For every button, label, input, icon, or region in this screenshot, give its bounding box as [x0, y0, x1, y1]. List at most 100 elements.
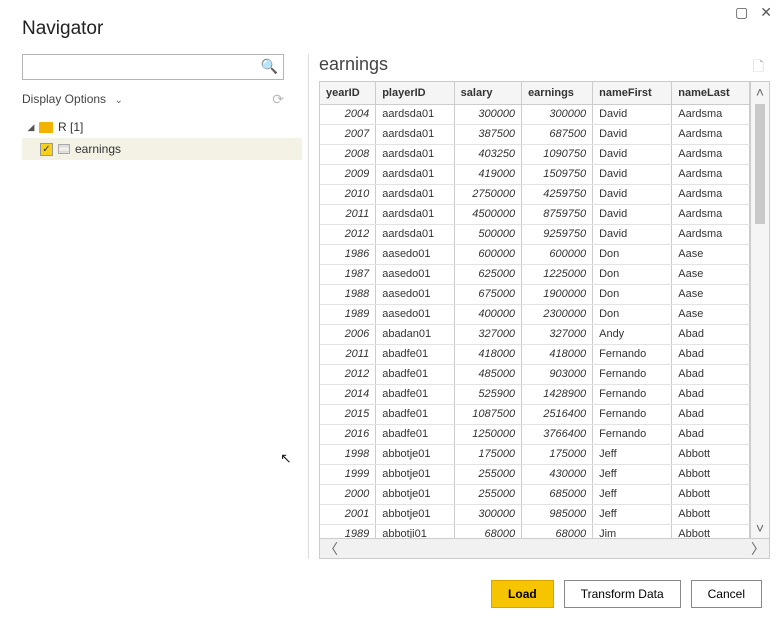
table-cell: 68000 [522, 524, 593, 538]
table-cell: Abad [672, 404, 750, 424]
column-header[interactable]: yearID [320, 82, 376, 104]
column-header[interactable]: nameLast [672, 82, 750, 104]
table-cell: 1989 [320, 304, 376, 324]
table-cell: 2012 [320, 364, 376, 384]
table-row[interactable]: 2011abadfe01418000418000FernandoAbad [320, 344, 750, 364]
table-cell: abbotje01 [376, 444, 454, 464]
table-cell: abadfe01 [376, 364, 454, 384]
table-row[interactable]: 1988aasedo016750001900000DonAase [320, 284, 750, 304]
table-cell: 685000 [522, 484, 593, 504]
table-cell: 500000 [454, 224, 521, 244]
table-row[interactable]: 2009aardsda014190001509750DavidAardsma [320, 164, 750, 184]
refresh-icon[interactable]: ⟳ [272, 91, 284, 108]
vertical-scrollbar[interactable]: ˄ ˅ [751, 82, 769, 538]
table-cell: 300000 [454, 104, 521, 124]
table-cell: Aardsma [672, 184, 750, 204]
table-row[interactable]: 2004aardsda01300000300000DavidAardsma [320, 104, 750, 124]
table-cell: Aase [672, 284, 750, 304]
table-row[interactable]: 1999abbotje01255000430000JeffAbbott [320, 464, 750, 484]
scroll-up-icon[interactable]: ˄ [756, 84, 764, 100]
transform-data-button[interactable]: Transform Data [564, 580, 681, 608]
table-row[interactable]: 1989abbotji016800068000JimAbbott [320, 524, 750, 538]
table-row[interactable]: 2010aardsda0127500004259750DavidAardsma [320, 184, 750, 204]
table-cell: Aase [672, 244, 750, 264]
table-cell: 2014 [320, 384, 376, 404]
tree-root-label: R [1] [58, 120, 83, 134]
table-cell: 255000 [454, 484, 521, 504]
tree-root-item[interactable]: ◢ R [1] [22, 116, 302, 138]
table-cell: 175000 [454, 444, 521, 464]
table-cell: 2516400 [522, 404, 593, 424]
table-cell: Abbott [672, 524, 750, 538]
table-cell: 1987 [320, 264, 376, 284]
column-header[interactable]: nameFirst [593, 82, 672, 104]
table-cell: aasedo01 [376, 304, 454, 324]
table-cell: aasedo01 [376, 264, 454, 284]
table-cell: 985000 [522, 504, 593, 524]
table-row[interactable]: 1986aasedo01600000600000DonAase [320, 244, 750, 264]
table-cell: 2009 [320, 164, 376, 184]
table-row[interactable]: 2014abadfe015259001428900FernandoAbad [320, 384, 750, 404]
collapse-icon[interactable]: ◢ [26, 122, 36, 133]
table-cell: 1999 [320, 464, 376, 484]
page-title: Navigator [0, 0, 780, 54]
scroll-right-icon[interactable]: 〉 [751, 539, 765, 559]
scrollbar-thumb[interactable] [755, 104, 765, 224]
table-cell: 600000 [522, 244, 593, 264]
table-row[interactable]: 2016abadfe0112500003766400FernandoAbad [320, 424, 750, 444]
table-cell: Abbott [672, 504, 750, 524]
close-icon[interactable]: ✕ [760, 4, 772, 21]
table-cell: 2012 [320, 224, 376, 244]
table-cell: 2015 [320, 404, 376, 424]
table-row[interactable]: 2008aardsda014032501090750DavidAardsma [320, 144, 750, 164]
table-row[interactable]: 2006abadan01327000327000AndyAbad [320, 324, 750, 344]
preview-options-icon[interactable]: 🗋 [753, 56, 764, 80]
table-cell: 1989 [320, 524, 376, 538]
table-icon [58, 144, 70, 154]
table-cell: abbotji01 [376, 524, 454, 538]
table-row[interactable]: 2012abadfe01485000903000FernandoAbad [320, 364, 750, 384]
table-cell: 403250 [454, 144, 521, 164]
horizontal-scrollbar[interactable]: 〈 〉 [320, 538, 769, 558]
table-cell: abbotje01 [376, 484, 454, 504]
preview-title: earnings [319, 54, 388, 75]
scroll-down-icon[interactable]: ˅ [756, 520, 764, 536]
column-header[interactable]: earnings [522, 82, 593, 104]
load-button[interactable]: Load [491, 580, 554, 608]
table-cell: 4500000 [454, 204, 521, 224]
table-cell: aardsda01 [376, 184, 454, 204]
table-cell: David [593, 224, 672, 244]
table-cell: 1087500 [454, 404, 521, 424]
table-row[interactable]: 2012aardsda015000009259750DavidAardsma [320, 224, 750, 244]
table-row[interactable]: 2000abbotje01255000685000JeffAbbott [320, 484, 750, 504]
column-header[interactable]: salary [454, 82, 521, 104]
table-cell: 2011 [320, 344, 376, 364]
table-row[interactable]: 2001abbotje01300000985000JeffAbbott [320, 504, 750, 524]
display-options-dropdown[interactable]: Display Options ⌄ [22, 90, 123, 108]
table-cell: Aase [672, 264, 750, 284]
scroll-left-icon[interactable]: 〈 [324, 539, 338, 559]
column-header[interactable]: playerID [376, 82, 454, 104]
checkbox-earnings[interactable]: ✓ [40, 143, 53, 156]
table-row[interactable]: 2015abadfe0110875002516400FernandoAbad [320, 404, 750, 424]
table-cell: Jeff [593, 444, 672, 464]
table-cell: aardsda01 [376, 144, 454, 164]
table-cell: 2750000 [454, 184, 521, 204]
table-row[interactable]: 1998abbotje01175000175000JeffAbbott [320, 444, 750, 464]
search-input[interactable] [22, 54, 284, 80]
table-cell: abadfe01 [376, 344, 454, 364]
table-cell: 255000 [454, 464, 521, 484]
table-row[interactable]: 2007aardsda01387500687500DavidAardsma [320, 124, 750, 144]
table-cell: abbotje01 [376, 464, 454, 484]
table-cell: 1090750 [522, 144, 593, 164]
table-cell: Abad [672, 364, 750, 384]
maximize-icon[interactable]: ▢ [735, 4, 748, 21]
tree-item-earnings[interactable]: ✓ earnings [22, 138, 302, 160]
table-cell: 418000 [522, 344, 593, 364]
cancel-button[interactable]: Cancel [691, 580, 762, 608]
table-row[interactable]: 1987aasedo016250001225000DonAase [320, 264, 750, 284]
table-cell: abadan01 [376, 324, 454, 344]
table-row[interactable]: 2011aardsda0145000008759750DavidAardsma [320, 204, 750, 224]
table-row[interactable]: 1989aasedo014000002300000DonAase [320, 304, 750, 324]
table-cell: 68000 [454, 524, 521, 538]
